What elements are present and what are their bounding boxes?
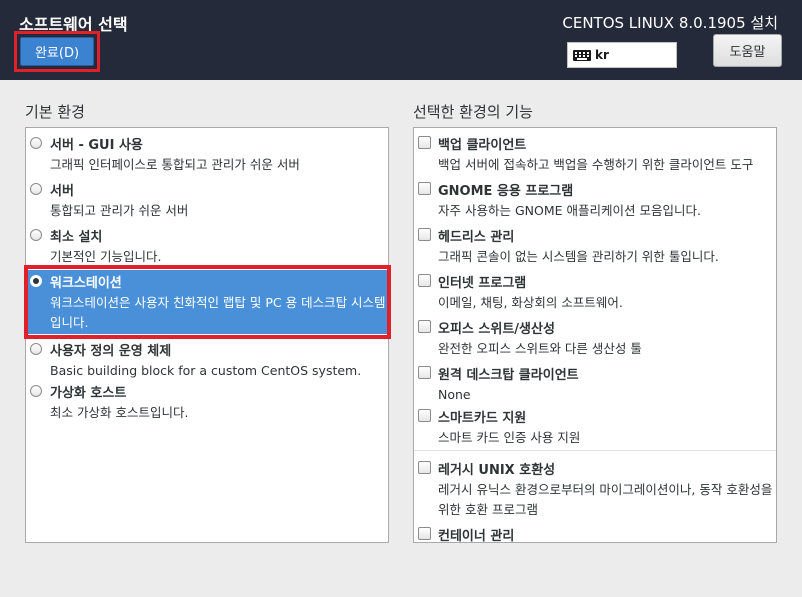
done-button-highlight: 완료(D) (14, 31, 100, 72)
radio-button[interactable] (30, 229, 42, 241)
separator (414, 450, 776, 451)
addon-item-title: 레거시 UNIX 호환성 (438, 463, 556, 478)
addon-item-legacy-unix[interactable]: 레거시 UNIX 호환성 레거시 유닉스 환경으로부터의 마이그레이션이나, 동… (414, 456, 776, 522)
addon-item-backup-client[interactable]: 백업 클라이언트 백업 서버에 접속하고 백업을 수행하기 위한 클라이언트 도… (414, 131, 776, 177)
checkbox[interactable] (418, 320, 431, 333)
env-item-title: 서버 - GUI 사용 (50, 138, 143, 153)
addon-item-internet-apps[interactable]: 인터넷 프로그램 이메일, 채팅, 화상회의 소프트웨어. (414, 269, 776, 315)
checkbox[interactable] (418, 182, 431, 195)
radio-button[interactable] (30, 343, 42, 355)
checkbox[interactable] (418, 274, 431, 287)
radio-button[interactable] (30, 137, 42, 149)
checkbox[interactable] (418, 136, 431, 149)
env-item-desc: Basic building block for a custom CentOS… (50, 363, 362, 378)
checkbox[interactable] (418, 461, 431, 474)
radio-button-selected[interactable] (30, 275, 42, 287)
addon-item-desc: 백업 서버에 접속하고 백업을 수행하기 위한 클라이언트 도구 (438, 157, 754, 172)
addon-item-remote-desktop[interactable]: 원격 데스크탑 클라이언트 None (414, 361, 776, 407)
addon-item-title: GNOME 응용 프로그램 (438, 184, 574, 199)
env-item-workstation[interactable]: 워크스테이션 워크스테이션은 사용자 친화적인 랩탑 및 PC 용 데스크탑 시… (26, 269, 388, 335)
checkbox[interactable] (418, 409, 431, 422)
env-item-title: 가상화 호스트 (50, 386, 127, 401)
addon-item-smartcard[interactable]: 스마트카드 지원 스마트 카드 인증 사용 지원 (414, 404, 776, 450)
addon-item-title: 헤드리스 관리 (438, 230, 515, 245)
addon-item-title: 백업 클라이언트 (438, 138, 527, 153)
addons-label: 선택한 환경의 기능 (413, 103, 533, 121)
keyboard-layout-indicator[interactable]: kr (567, 42, 677, 68)
addon-item-desc: 자주 사용하는 GNOME 애플리케이션 모음입니다. (438, 203, 701, 218)
env-item-custom-os[interactable]: 사용자 정의 운영 체제 Basic building block for a … (26, 337, 388, 381)
addon-item-desc: 스마트 카드 인증 사용 지원 (438, 430, 581, 445)
addon-item-title: 인터넷 프로그램 (438, 276, 527, 291)
addon-item-desc: 레거시 유닉스 환경으로부터의 마이그레이션이나, 동작 호환성을 위한 호환 … (438, 482, 773, 517)
addon-item-gnome-apps[interactable]: GNOME 응용 프로그램 자주 사용하는 GNOME 애플리케이션 모음입니다… (414, 177, 776, 223)
addon-item-title: 원격 데스크탑 클라이언트 (438, 368, 579, 383)
radio-button[interactable] (30, 385, 42, 397)
addon-item-title: 스마트카드 지원 (438, 411, 527, 426)
addon-item-office-suite[interactable]: 오피스 스위트/생산성 완전한 오피스 스위트와 다른 생산성 툴 (414, 315, 776, 361)
addon-item-headless-management[interactable]: 헤드리스 관리 그래픽 콘솔이 없는 시스템을 관리하기 위한 툴입니다. (414, 223, 776, 269)
addons-list: 백업 클라이언트 백업 서버에 접속하고 백업을 수행하기 위한 클라이언트 도… (413, 127, 777, 543)
checkbox[interactable] (418, 228, 431, 241)
env-item-title: 사용자 정의 운영 체제 (50, 344, 172, 359)
done-button[interactable]: 완료(D) (20, 37, 94, 66)
env-item-server-gui[interactable]: 서버 - GUI 사용 그래픽 인터페이스로 통합되고 관리가 쉬운 서버 (26, 131, 388, 177)
keyboard-icon (573, 49, 591, 61)
env-item-desc: 기본적인 기능입니다. (50, 249, 162, 264)
env-item-desc: 워크스테이션은 사용자 친화적인 랩탑 및 PC 용 데스크탑 시스템입니다. (50, 295, 386, 330)
base-environment-label: 기본 환경 (25, 103, 85, 121)
env-item-server[interactable]: 서버 통합되고 관리가 쉬운 서버 (26, 177, 388, 223)
addon-item-desc: 이메일, 채팅, 화상회의 소프트웨어. (438, 295, 623, 310)
top-header-bar: 소프트웨어 선택 완료(D) CENTOS LINUX 8.0.1905 설치 … (0, 0, 802, 80)
env-item-virtualization-host[interactable]: 가상화 호스트 최소 가상화 호스트입니다. (26, 379, 388, 425)
radio-button[interactable] (30, 183, 42, 195)
install-title: CENTOS LINUX 8.0.1905 설치 (562, 14, 778, 32)
env-item-title: 서버 (50, 184, 74, 199)
addon-item-title: 오피스 스위트/생산성 (438, 322, 555, 337)
keyboard-layout-code: kr (595, 48, 609, 62)
addon-item-desc: 완전한 오피스 스위트와 다른 생산성 툴 (438, 341, 642, 356)
env-item-desc: 통합되고 관리가 쉬운 서버 (50, 203, 189, 218)
env-item-title: 최소 설치 (50, 230, 103, 245)
env-item-title: 워크스테이션 (50, 276, 122, 291)
env-item-minimal[interactable]: 최소 설치 기본적인 기능입니다. (26, 223, 388, 269)
addon-item-desc: 그래픽 콘솔이 없는 시스템을 관리하기 위한 툴입니다. (438, 249, 719, 264)
addon-item-title: 컨테이너 관리 (438, 529, 515, 543)
env-item-desc: 최소 가상화 호스트입니다. (50, 405, 189, 420)
help-button[interactable]: 도움말 (713, 34, 782, 67)
base-environment-list: 서버 - GUI 사용 그래픽 인터페이스로 통합되고 관리가 쉬운 서버 서버… (25, 127, 389, 543)
addon-item-container-management[interactable]: 컨테이너 관리 (414, 522, 776, 543)
addon-item-desc: None (438, 387, 471, 402)
checkbox[interactable] (418, 527, 431, 540)
env-item-desc: 그래픽 인터페이스로 통합되고 관리가 쉬운 서버 (50, 157, 300, 172)
checkbox[interactable] (418, 366, 431, 379)
